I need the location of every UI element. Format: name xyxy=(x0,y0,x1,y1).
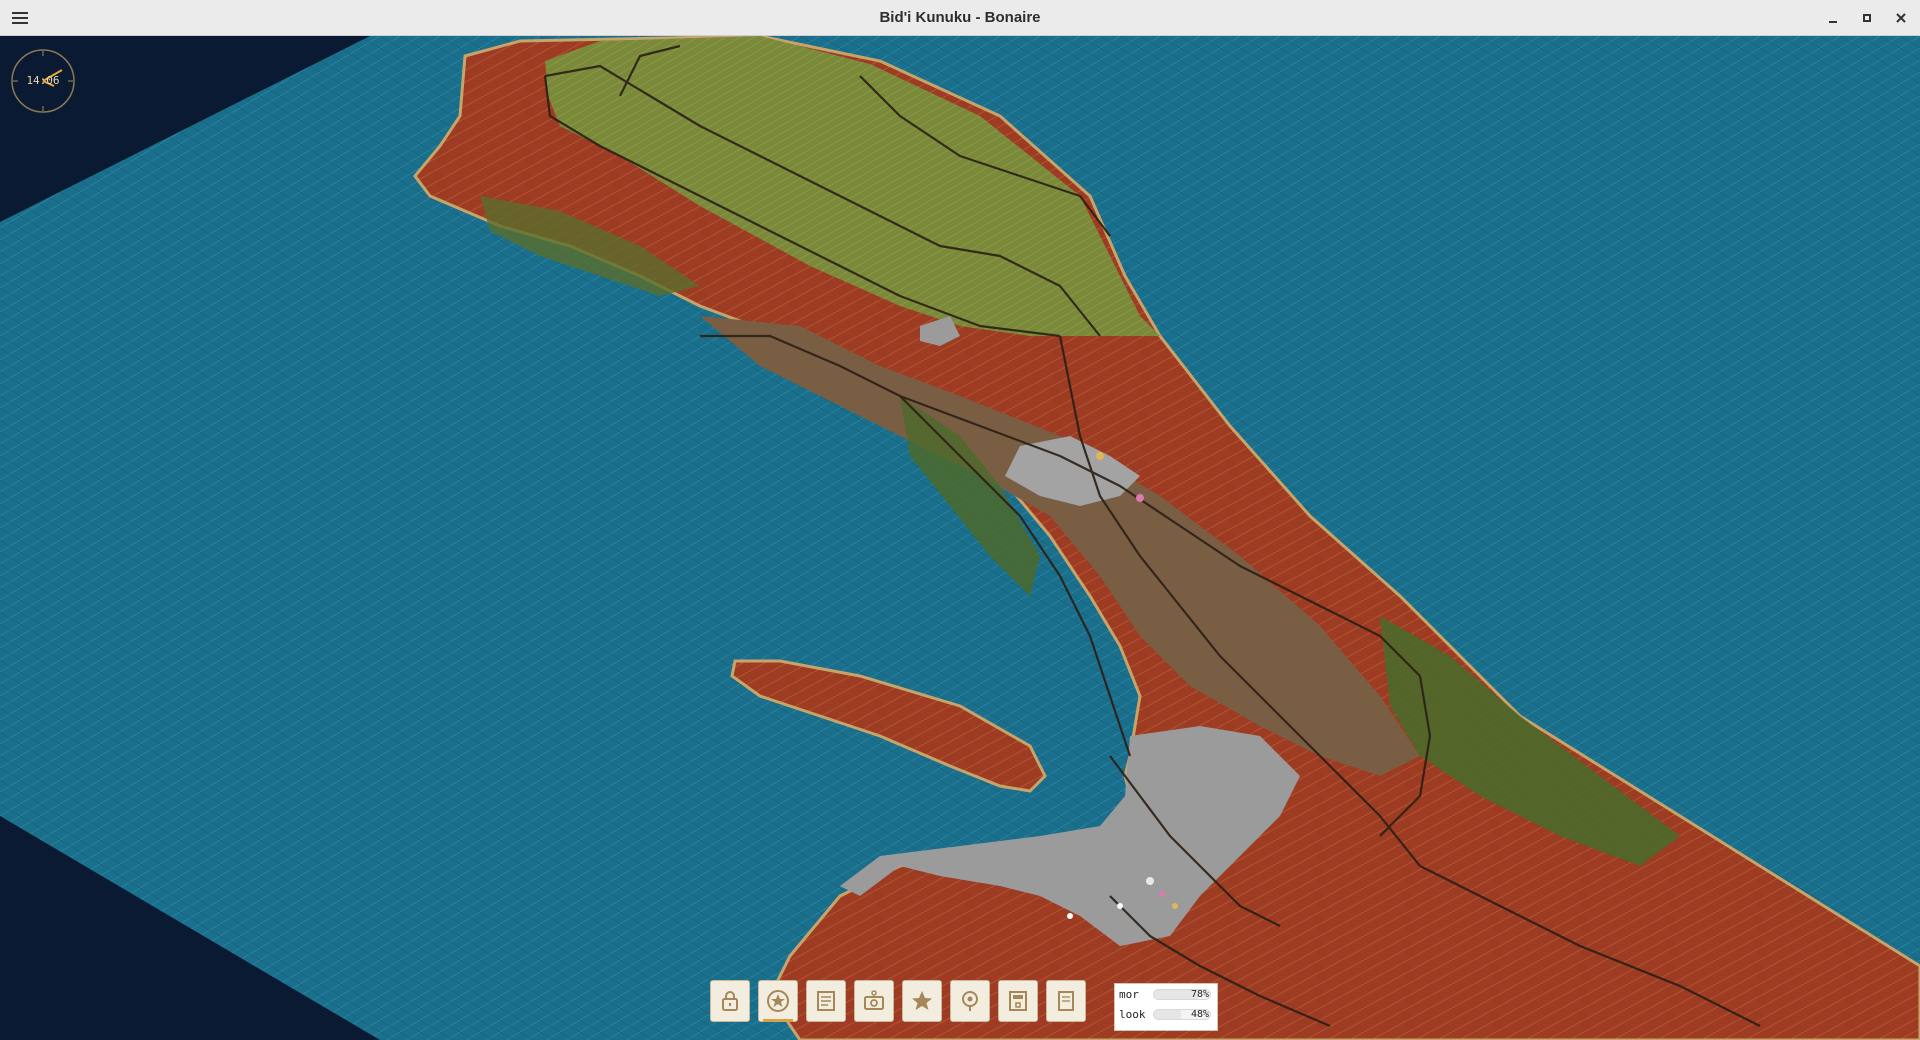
game-map-viewport[interactable] xyxy=(0,36,1920,1040)
star-badge-icon xyxy=(767,990,789,1012)
stat-label: mor xyxy=(1119,988,1139,1001)
location-button[interactable] xyxy=(950,980,990,1022)
game-clock[interactable]: 14:06 xyxy=(10,48,76,114)
close-icon[interactable] xyxy=(1888,6,1914,30)
stat-row-mor: mor 78% xyxy=(1119,986,1213,1006)
stat-value: 48% xyxy=(1190,1009,1209,1020)
notes-icon xyxy=(1058,991,1074,1011)
stat-row-look: look 48% xyxy=(1119,1006,1213,1026)
calculator-icon xyxy=(1009,991,1027,1011)
title-bar: Bid'i Kunuku - Bonaire xyxy=(0,0,1920,36)
bottom-toolbar xyxy=(710,980,1086,1026)
notes-button[interactable] xyxy=(1046,980,1086,1022)
clock-time: 14:06 xyxy=(26,74,60,87)
window-title: Bid'i Kunuku - Bonaire xyxy=(879,9,1041,26)
star-icon xyxy=(912,991,932,1010)
stats-panel: mor 78% look 48% xyxy=(1114,983,1218,1031)
lock-button[interactable] xyxy=(710,980,750,1022)
stat-bar-fill xyxy=(1154,1010,1181,1019)
favorite-button[interactable] xyxy=(902,980,942,1022)
isometric-map[interactable] xyxy=(0,36,1920,1040)
hamburger-menu-icon[interactable] xyxy=(8,6,32,30)
minimize-icon[interactable] xyxy=(1820,6,1846,30)
location-pin-icon xyxy=(962,991,978,1011)
star-badge-button[interactable] xyxy=(758,980,798,1022)
camera-button[interactable] xyxy=(854,980,894,1022)
calculator-button[interactable] xyxy=(998,980,1038,1022)
maximize-icon[interactable] xyxy=(1854,6,1880,30)
document-button[interactable] xyxy=(806,980,846,1022)
camera-icon xyxy=(864,990,884,1010)
lock-icon xyxy=(722,991,738,1011)
stat-label: look xyxy=(1119,1008,1146,1021)
document-icon xyxy=(817,991,835,1011)
stat-value: 78% xyxy=(1190,989,1209,1000)
